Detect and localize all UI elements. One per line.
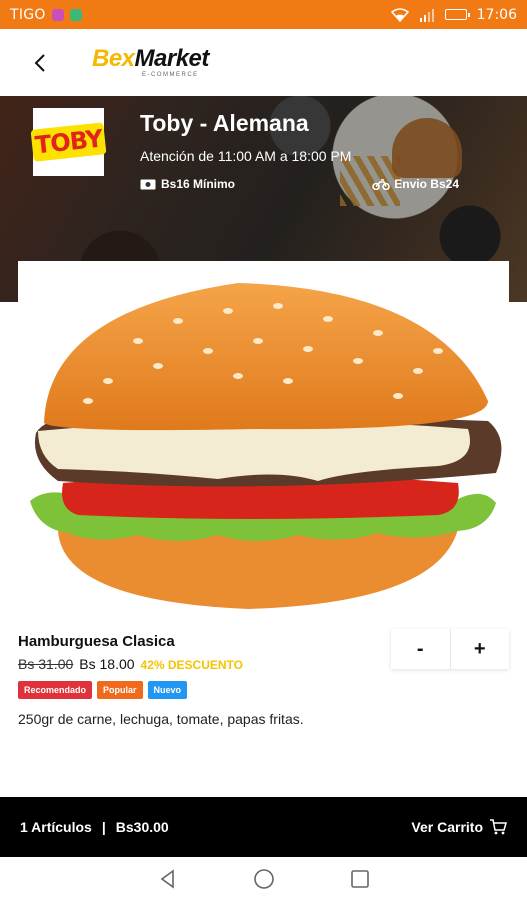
cash-icon — [140, 179, 156, 189]
cart-bar: 1 Artículos | Bs30.00 Ver Carrito — [0, 797, 527, 857]
store-hours: Atención de 11:00 AM a 18:00 PM — [140, 148, 352, 164]
nav-home-button[interactable] — [250, 865, 278, 893]
logo-market-text: Market — [134, 45, 210, 72]
square-recents-icon — [350, 869, 369, 888]
motorcycle-icon — [372, 179, 391, 190]
battery-icon — [444, 9, 470, 20]
system-nav-bar — [0, 857, 527, 900]
badge-popular: Popular — [97, 681, 143, 699]
shipping-cost-label: Envio Bs24 — [394, 177, 459, 191]
shopping-cart-icon — [490, 819, 507, 835]
app-bar: BexMarket E-COMMERCE — [0, 29, 527, 96]
carrier-label: TIGO — [10, 6, 46, 23]
old-price: Bs 31.00 — [18, 656, 74, 672]
store-name: Toby - Alemana — [140, 110, 309, 136]
circle-home-icon — [253, 868, 274, 889]
new-price: Bs 18.00 — [79, 656, 135, 672]
discount-label: 42% DESCUENTO — [140, 658, 244, 672]
triangle-back-icon — [160, 868, 174, 889]
shipping-cost: Envio Bs24 — [372, 177, 459, 191]
nav-recents-button[interactable] — [346, 865, 374, 893]
logo-subtitle: E-COMMERCE — [142, 72, 199, 78]
clock-label: 17:06 — [476, 6, 517, 23]
cart-total: Bs30.00 — [115, 819, 169, 835]
view-cart-label: Ver Carrito — [411, 819, 483, 835]
chevron-left-icon — [34, 53, 45, 72]
cart-item-count: 1 Artículos — [20, 819, 92, 835]
signal-icon — [419, 8, 434, 22]
badge-list: Recomendado Popular Nuevo — [18, 681, 188, 699]
minimum-order: Bs16 Mínimo — [140, 177, 235, 191]
logo-bex-text: Bex — [92, 45, 135, 72]
wifi-icon — [390, 7, 409, 22]
play-store-icon — [69, 8, 82, 21]
badge-recommended: Recomendado — [18, 681, 93, 699]
app-notification-icon — [51, 8, 64, 21]
status-bar: TIGO 17:06 — [0, 0, 527, 29]
bexmarket-logo: BexMarket E-COMMERCE — [92, 45, 210, 79]
view-cart-button[interactable]: Ver Carrito — [411, 819, 507, 835]
store-logo: TOBY — [30, 108, 107, 176]
nav-back-button[interactable] — [154, 865, 182, 893]
product-description: 250gr de carne, lechuga, tomate, papas f… — [18, 711, 304, 727]
badge-new: Nuevo — [147, 681, 188, 699]
back-button[interactable] — [20, 43, 60, 83]
cart-separator: | — [101, 819, 106, 835]
store-logo-text: TOBY — [30, 122, 107, 162]
hamburger-image — [30, 283, 502, 609]
increase-button[interactable]: + — [451, 629, 510, 669]
price-row: Bs 31.00 Bs 18.00 42% DESCUENTO — [18, 656, 243, 672]
quantity-stepper: - + — [391, 629, 509, 669]
cart-summary: 1 Artículos | Bs30.00 — [20, 819, 169, 835]
product-name: Hamburguesa Clasica — [18, 633, 175, 650]
product-card: Hamburguesa Clasica Bs 31.00 Bs 18.00 42… — [18, 261, 509, 796]
minimum-order-label: Bs16 Mínimo — [161, 177, 236, 191]
decrease-button[interactable]: - — [391, 629, 450, 669]
